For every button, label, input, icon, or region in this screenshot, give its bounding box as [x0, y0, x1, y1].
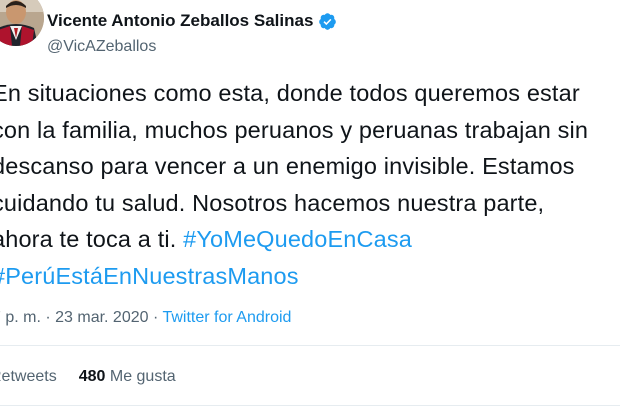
likes-count: 480 [78, 368, 106, 385]
tweet-line: descanso para vencer a un enemigo invisi… [0, 153, 575, 179]
likes-label: Me gusta [109, 368, 176, 385]
meta-separator: · [40, 309, 56, 326]
hashtag-link[interactable]: #YoMeQuedoEnCasa [183, 226, 412, 252]
tweet-date[interactable]: 23 mar. 2020 [55, 309, 148, 326]
engagement-stats: Retweets 480 Me gusta [0, 368, 176, 386]
tweet-source-link[interactable]: Twitter for Android [162, 309, 291, 326]
display-name[interactable]: Vicente Antonio Zeballos Salinas [47, 11, 337, 31]
tweet-line: #PerúEstáEnNuestrasManos [0, 258, 620, 295]
likes-link[interactable]: 480 Me gusta [79, 368, 176, 385]
tweet-text: En situaciones como esta, donde todos qu… [0, 75, 620, 294]
tweet-time[interactable]: 7 p. m. [0, 309, 41, 326]
meta-separator: · [148, 309, 163, 326]
verified-badge-icon [318, 12, 337, 31]
divider [0, 345, 620, 346]
user-handle[interactable]: @VicAZeballos [47, 38, 156, 56]
tweet-line: En situaciones como esta, donde todos qu… [0, 80, 580, 106]
tweet-line: con la familia, muchos peruanos y peruan… [0, 116, 589, 143]
avatar[interactable] [0, 0, 44, 46]
tweet-line: cuidando tu salud. Nosotros hacemos nues… [0, 189, 545, 216]
hashtag-link[interactable]: #PerúEstáEnNuestrasManos [0, 263, 299, 289]
display-name-text: Vicente Antonio Zeballos Salinas [47, 11, 314, 30]
tweet-metadata: 7 p. m. · 23 mar. 2020 · Twitter for And… [0, 309, 291, 327]
tweet-line: ahora te toca a ti. #YoMeQuedoEnCasa [0, 221, 620, 258]
retweets-label: Retweets [0, 368, 57, 385]
divider [0, 405, 620, 406]
tweet-line-text: ahora te toca a ti. [0, 226, 184, 252]
retweets-link[interactable]: Retweets [0, 368, 57, 385]
